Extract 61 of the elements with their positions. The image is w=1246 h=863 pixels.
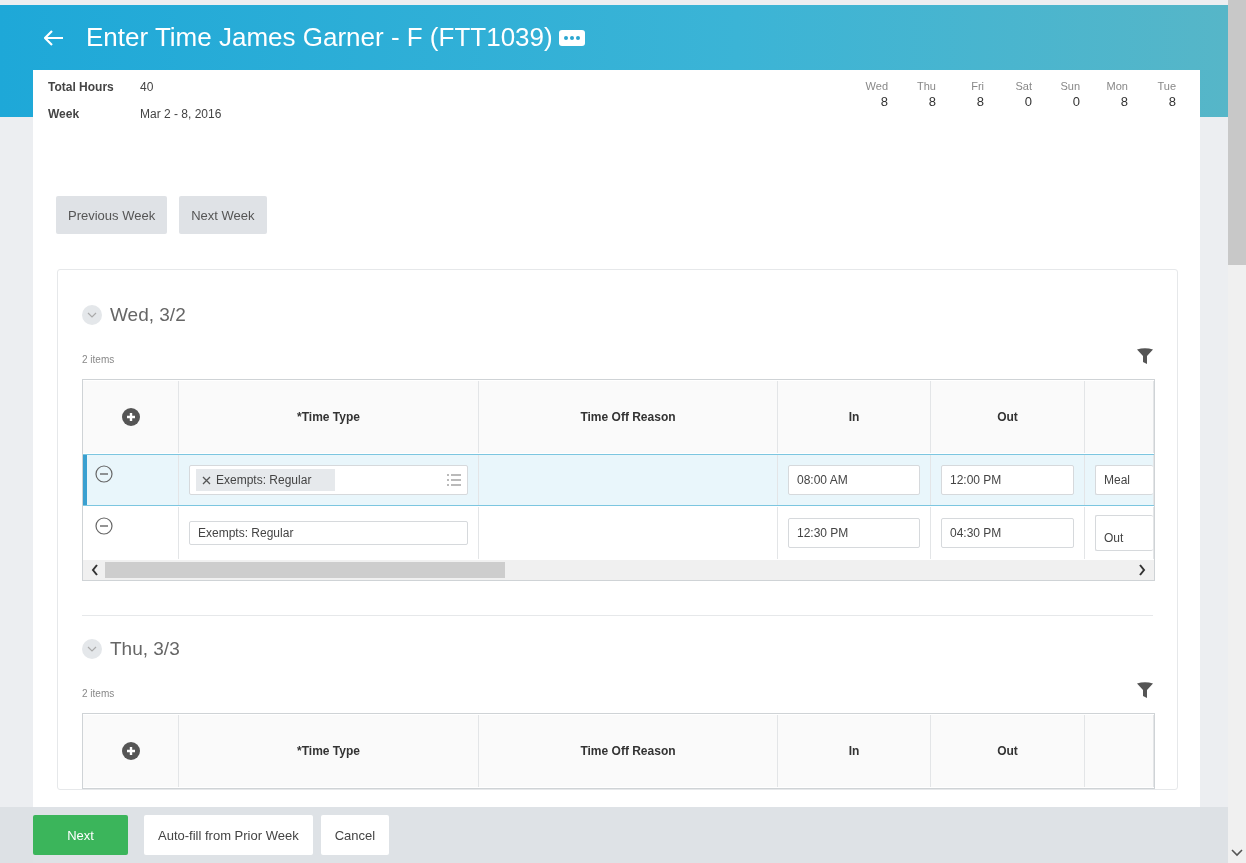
column-header: Out bbox=[931, 381, 1085, 453]
field-label: Total Hours bbox=[48, 80, 115, 94]
column-header: In bbox=[778, 381, 931, 453]
field-value: Mar 2 - 8, 2016 bbox=[140, 107, 222, 121]
day-hours: 8 bbox=[1168, 94, 1176, 109]
weekday-label: Mon bbox=[1106, 80, 1128, 92]
vertical-scrollbar[interactable] bbox=[1228, 0, 1246, 863]
item-count: 2 items bbox=[82, 688, 115, 699]
field-label: Week bbox=[48, 107, 81, 121]
time-type-field[interactable]: Exempts: Regular bbox=[189, 521, 468, 545]
day-hours: 8 bbox=[1120, 94, 1128, 109]
day-hours: 0 bbox=[1024, 94, 1032, 109]
chevron-right-icon[interactable] bbox=[1138, 564, 1146, 576]
column-header: In bbox=[778, 715, 931, 787]
out-time-field[interactable]: 04:30 PM bbox=[941, 518, 1074, 548]
week-nav-button[interactable]: Previous Week bbox=[56, 196, 168, 234]
field-value: 40 bbox=[140, 80, 155, 94]
day-heading: Wed, 3/2 bbox=[110, 304, 186, 326]
day-hours: 0 bbox=[1072, 94, 1080, 109]
filter-icon[interactable] bbox=[1137, 682, 1153, 699]
out-time-field[interactable]: 12:00 PM bbox=[941, 465, 1074, 495]
remove-row-icon[interactable] bbox=[95, 517, 113, 535]
back-arrow-icon[interactable] bbox=[44, 29, 64, 46]
filter-icon[interactable] bbox=[1137, 348, 1153, 365]
column-header: *Time Type bbox=[179, 715, 479, 787]
column-header: *Time Type bbox=[179, 381, 479, 453]
add-row-icon[interactable] bbox=[121, 742, 140, 760]
time-entry-field[interactable]: Out bbox=[1095, 515, 1153, 551]
table-row[interactable]: Exempts: Regular 12:30 PM 04:30 PM Out bbox=[83, 506, 1154, 560]
column-header: Time Off Reason bbox=[479, 715, 778, 787]
column-header: Time Off Reason bbox=[479, 381, 778, 453]
add-row-icon[interactable] bbox=[121, 408, 140, 426]
in-time-field[interactable]: 08:00 AM bbox=[788, 465, 920, 495]
day-hours: 8 bbox=[976, 94, 984, 109]
weekday-label: Sat bbox=[1015, 80, 1032, 92]
weekday-label: Sun bbox=[1060, 80, 1080, 92]
table-row[interactable]: Exempts: Regular 08:00 AM 12:00 PM Meal bbox=[83, 454, 1154, 506]
page-title: Enter Time James Garner - F (FTT1039) bbox=[86, 22, 553, 53]
weekday-label: Thu bbox=[917, 80, 936, 92]
weekday-label: Tue bbox=[1157, 80, 1176, 92]
column-header bbox=[1085, 381, 1154, 453]
week-nav-button[interactable]: Next Week bbox=[179, 196, 267, 234]
horizontal-scrollbar[interactable] bbox=[83, 560, 1154, 580]
action-button[interactable]: Auto-fill from Prior Week bbox=[144, 815, 313, 855]
action-button[interactable]: Cancel bbox=[320, 815, 390, 855]
weekday-label: Fri bbox=[971, 80, 984, 92]
remove-row-icon[interactable] bbox=[95, 465, 113, 483]
in-time-field[interactable]: 12:30 PM bbox=[788, 518, 920, 548]
day-hours: 8 bbox=[928, 94, 936, 109]
time-entry-field[interactable]: Meal bbox=[1095, 465, 1153, 495]
time-type-value: Exempts: Regular bbox=[216, 473, 312, 487]
item-count: 2 items bbox=[82, 354, 115, 365]
remove-icon[interactable] bbox=[202, 475, 211, 485]
chevron-left-icon[interactable] bbox=[91, 564, 99, 576]
column-header: Out bbox=[931, 715, 1085, 787]
column-header bbox=[1085, 715, 1154, 787]
day-hours: 8 bbox=[880, 94, 888, 109]
day-heading: Thu, 3/3 bbox=[110, 638, 180, 660]
time-type-field[interactable]: Exempts: Regular bbox=[189, 465, 468, 495]
chevron-down-icon[interactable] bbox=[1231, 849, 1243, 857]
weekday-label: Wed bbox=[865, 80, 888, 92]
